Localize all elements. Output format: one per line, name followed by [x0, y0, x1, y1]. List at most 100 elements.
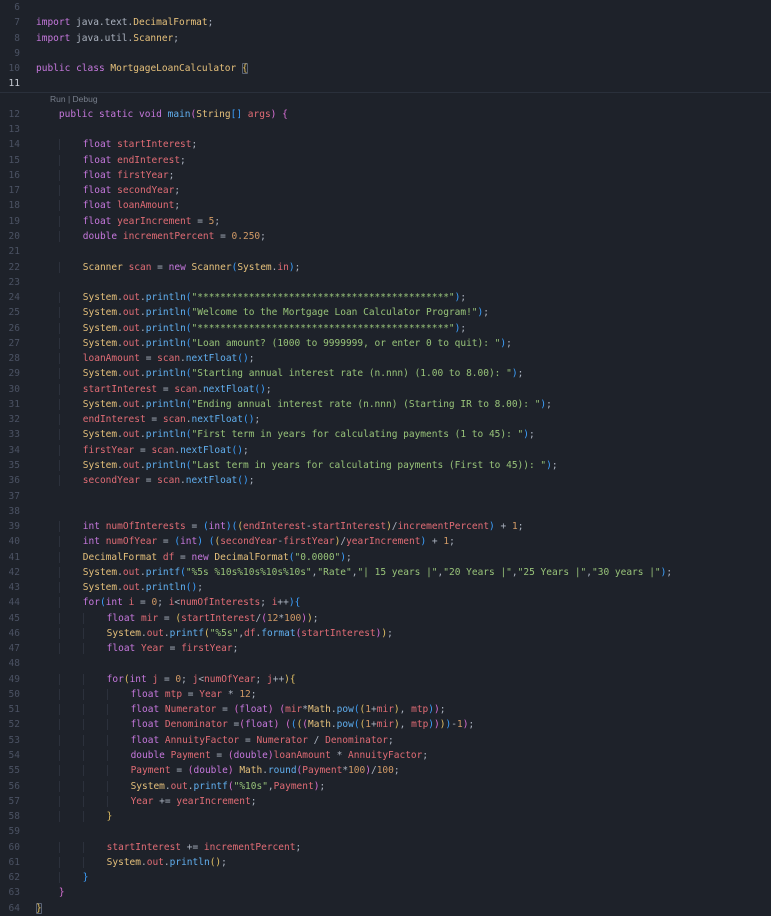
line-number: 6 [14, 2, 20, 13]
code-text: float endInterest; [20, 153, 186, 168]
indent-guide [58, 398, 83, 410]
indent-guide [36, 643, 59, 654]
indent-guide [82, 841, 107, 853]
code-text: float mtp = Year * 12; [20, 687, 257, 702]
indent-guide [82, 750, 107, 762]
code-editor[interactable]: 6 7 import java.text.DecimalFormat; 8 import… [0, 0, 771, 916]
indent-guide [82, 643, 107, 655]
code-line: 10 public class MortgageLoanCalculator { [0, 61, 771, 76]
indent-guide [36, 887, 59, 898]
code-text: secondYear = scan.nextFloat(); [20, 473, 254, 488]
indent-guide [36, 292, 59, 303]
line-number: 58 [8, 811, 20, 823]
line-number: 38 [8, 505, 20, 517]
line-number: 13 [8, 124, 20, 136]
code-line: 6 [0, 0, 771, 15]
line-number: 16 [8, 169, 20, 181]
indent-guide [106, 765, 131, 777]
code-text: import java.text.DecimalFormat; [36, 17, 214, 29]
line-number: 55 [8, 765, 20, 777]
indent-guide [58, 521, 83, 533]
line-number: 18 [8, 200, 20, 212]
indent-guide [36, 368, 59, 379]
indent-guide [36, 689, 59, 700]
line-number: 45 [8, 612, 20, 624]
indent-guide [36, 216, 59, 227]
indent-guide [36, 170, 59, 181]
line-number: 27 [8, 337, 20, 349]
indent-guide [58, 795, 83, 807]
code-text: Year += yearIncrement; [20, 794, 256, 809]
line-number: 21 [8, 246, 20, 258]
code-text: for(int j = 0; j<numOfYear; j++){ [20, 672, 296, 687]
line-number: 33 [8, 429, 20, 441]
indent-guide [58, 612, 83, 624]
indent-guide [36, 582, 59, 593]
indent-guide [36, 857, 59, 868]
code-line: 56 System.out.printf("%10s",Payment); [0, 779, 771, 794]
line-number: 64 [8, 902, 20, 914]
line-number: 57 [8, 795, 20, 807]
run-codelens-link[interactable]: Run [50, 94, 66, 104]
code-line: 51 float Numerator = (float) (mir*Math.p… [0, 702, 771, 717]
line-number: 8 [14, 32, 20, 44]
code-line: 38 [0, 504, 771, 519]
indent-guide [36, 781, 59, 792]
line-number: 20 [8, 230, 20, 242]
code-text: Scanner scan = new Scanner(System.in); [20, 260, 300, 275]
indent-guide [36, 323, 59, 334]
code-line: 9 [0, 46, 771, 61]
indent-guide [36, 262, 59, 273]
code-line: 53 float AnnuityFactor = Numerator / Den… [0, 733, 771, 748]
line-number: 25 [8, 307, 20, 319]
indent-guide [82, 856, 107, 868]
code-text: double incrementPercent = 0.250; [20, 229, 266, 244]
indent-guide [36, 231, 59, 242]
code-line: 26 System.out.println("*****************… [0, 321, 771, 336]
indent-guide [106, 734, 131, 746]
code-text: System.out.println(); [20, 855, 227, 870]
code-text: System.out.println("Welcome to the Mortg… [20, 305, 489, 320]
indent-guide [36, 445, 59, 456]
indent-guide [58, 475, 83, 487]
code-line: 35 System.out.println("Last term in year… [0, 458, 771, 473]
indent-guide [36, 185, 59, 196]
code-line: 46 System.out.printf("%5s",df.format(sta… [0, 626, 771, 641]
line-number: 31 [8, 398, 20, 410]
indent-guide [36, 704, 59, 715]
line-number: 50 [8, 688, 20, 700]
code-line: 58 } [0, 809, 771, 824]
code-line: 14 float startInterest; [0, 137, 771, 152]
indent-guide [58, 643, 83, 655]
indent-guide [82, 612, 107, 624]
line-number: 22 [8, 261, 20, 273]
indent-guide [82, 688, 107, 700]
code-text: public class MortgageLoanCalculator { [36, 63, 248, 75]
indent-guide [58, 200, 83, 212]
indent-guide [36, 597, 59, 608]
code-line: 43 System.out.println(); [0, 580, 771, 595]
code-text: } [20, 809, 112, 824]
indent-guide [82, 673, 107, 685]
code-text: System.out.println(); [20, 580, 203, 595]
code-line: 31 System.out.println("Ending annual int… [0, 397, 771, 412]
line-number: 12 [8, 108, 20, 120]
code-line: 21 [0, 244, 771, 259]
code-text: } [20, 885, 65, 900]
debug-codelens-link[interactable]: Debug [73, 94, 98, 104]
code-text: System.out.println("Loan amount? (1000 t… [20, 336, 512, 351]
code-text: loanAmount = scan.nextFloat(); [20, 351, 254, 366]
code-text: System.out.printf("%5s %10s%10s%10s%10s"… [20, 565, 672, 580]
code-line: 62 } [0, 870, 771, 885]
indent-guide [36, 567, 59, 578]
indent-guide [36, 811, 59, 822]
line-number: 37 [8, 490, 20, 502]
indent-guide [106, 795, 131, 807]
code-line: 61 System.out.println(); [0, 855, 771, 870]
line-number: 34 [8, 444, 20, 456]
indent-guide [58, 230, 83, 242]
code-line: 12 public static void main(String[] args… [0, 107, 771, 122]
code-line: 49 for(int j = 0; j<numOfYear; j++){ [0, 672, 771, 687]
indent-guide [82, 704, 107, 716]
code-text: startInterest = scan.nextFloat(); [20, 382, 272, 397]
